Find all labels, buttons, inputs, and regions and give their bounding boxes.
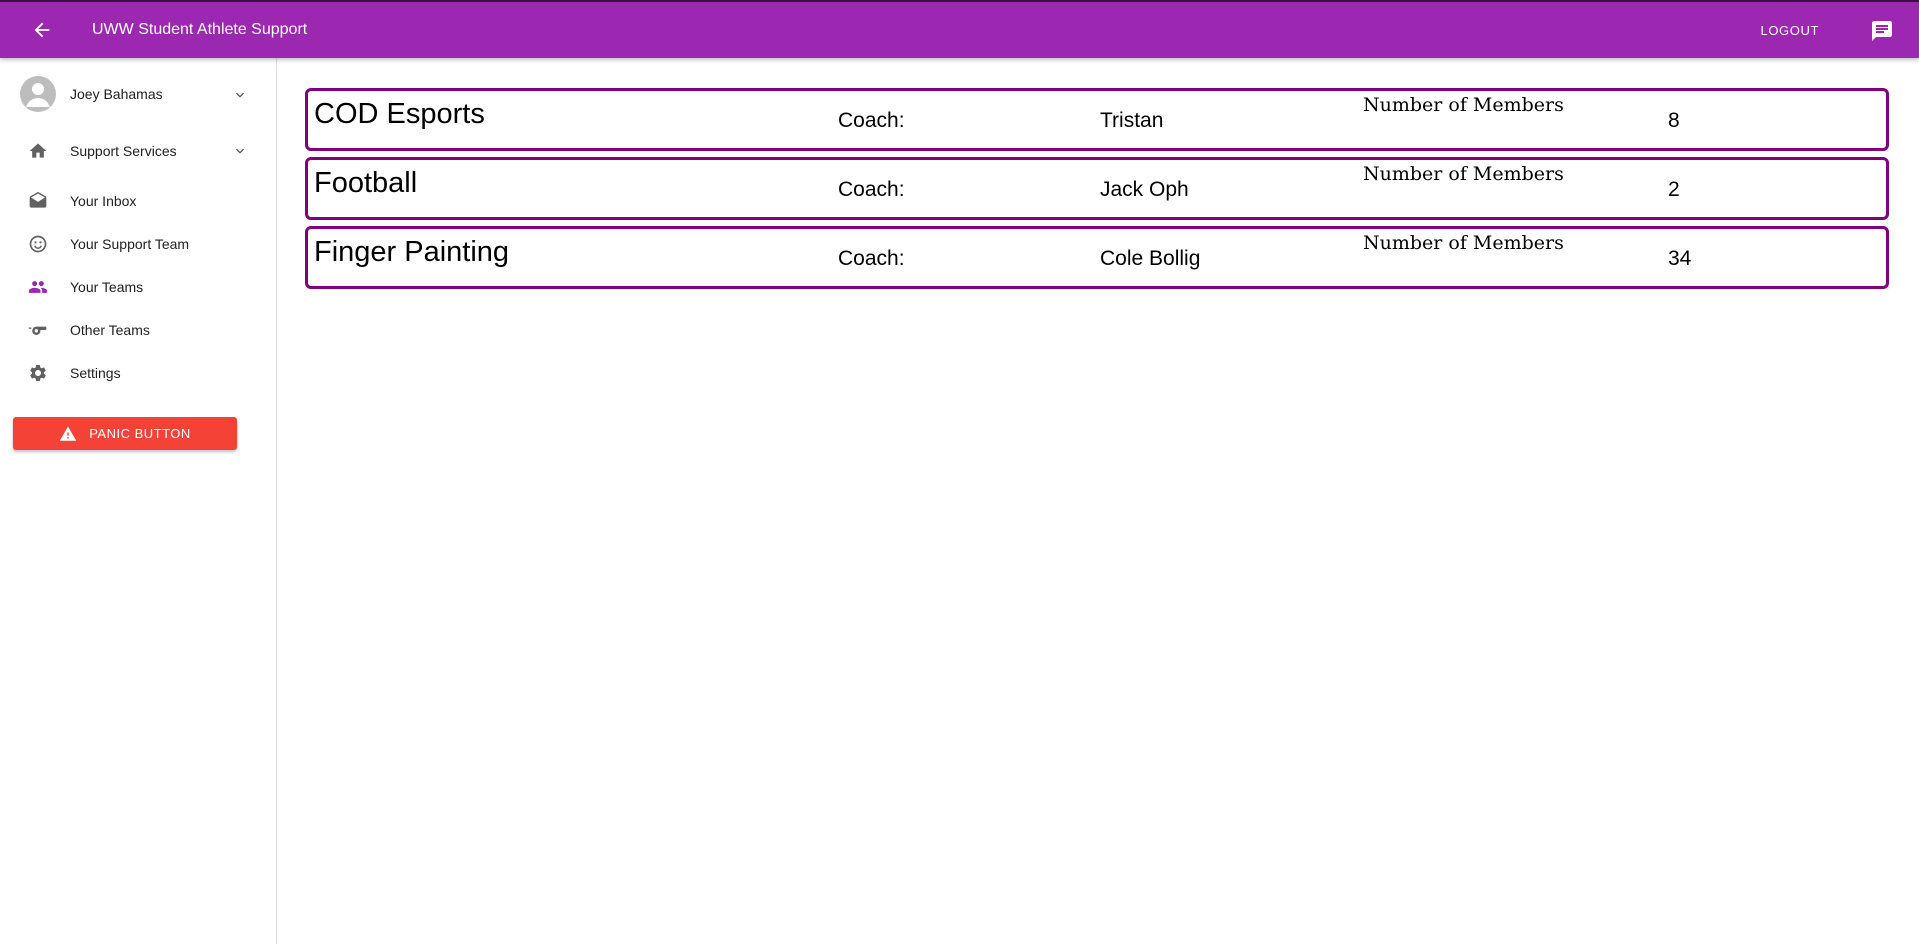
- account-circle-icon: [26, 83, 50, 107]
- smiley-icon: [28, 234, 48, 254]
- members-count: 2: [1668, 178, 1680, 201]
- home-icon: [28, 141, 48, 161]
- members-label: Number of Members: [1363, 163, 1564, 185]
- sidebar-item-settings[interactable]: Settings: [0, 353, 276, 393]
- warning-icon: [59, 426, 77, 441]
- sidebar-item-label: Your Teams: [70, 279, 144, 295]
- team-name: Football: [314, 167, 418, 199]
- sidebar-item-label: Support Services: [70, 143, 177, 159]
- back-button[interactable]: [27, 15, 57, 45]
- chat-button[interactable]: [1869, 18, 1895, 44]
- coach-name: Cole Bollig: [1100, 247, 1201, 270]
- coach-label: Coach:: [838, 109, 905, 132]
- panic-button-label: PANIC BUTTON: [89, 426, 191, 441]
- sidebar-item-label: Your Support Team: [70, 236, 190, 252]
- team-name: COD Esports: [314, 98, 485, 130]
- gear-icon: [28, 363, 48, 383]
- chevron-down-icon: [236, 92, 244, 98]
- coach-label: Coach:: [838, 247, 905, 270]
- coach-name: Jack Oph: [1100, 178, 1189, 201]
- sidebar-item-label: Settings: [70, 365, 121, 381]
- members-count: 34: [1668, 247, 1692, 270]
- team-card[interactable]: Finger Painting Coach: Cole Bollig Numbe…: [305, 226, 1889, 289]
- team-card[interactable]: COD Esports Coach: Tristan Number of Mem…: [305, 88, 1889, 151]
- arrow-left-icon: [34, 22, 50, 38]
- user-menu[interactable]: Joey Bahamas: [0, 74, 276, 116]
- drafts-icon: [28, 191, 48, 211]
- sidebar-item-label: Your Inbox: [70, 193, 137, 209]
- chat-icon: [1872, 21, 1892, 41]
- logout-button[interactable]: LOGOUT: [1761, 23, 1820, 38]
- sidebar: Joey Bahamas Support Services Your Inbox…: [0, 58, 277, 944]
- members-label: Number of Members: [1363, 232, 1564, 254]
- whistle-icon: [28, 320, 48, 340]
- sidebar-item-support-services[interactable]: Support Services: [0, 131, 276, 171]
- coach-name: Tristan: [1100, 109, 1164, 132]
- user-name: Joey Bahamas: [70, 86, 163, 102]
- sidebar-item-label: Other Teams: [70, 322, 150, 338]
- members-label: Number of Members: [1363, 94, 1564, 116]
- sidebar-item-your-teams[interactable]: Your Teams: [0, 267, 276, 307]
- chevron-down-icon: [236, 148, 244, 154]
- team-card[interactable]: Football Coach: Jack Oph Number of Membe…: [305, 157, 1889, 220]
- people-icon: [28, 277, 48, 297]
- panic-button[interactable]: PANIC BUTTON: [13, 417, 237, 450]
- team-list: COD Esports Coach: Tristan Number of Mem…: [305, 88, 1889, 295]
- members-count: 8: [1668, 109, 1680, 132]
- app-bar: UWW Student Athlete Support LOGOUT: [0, 0, 1919, 58]
- sidebar-item-support-team[interactable]: Your Support Team: [0, 224, 276, 264]
- sidebar-item-other-teams[interactable]: Other Teams: [0, 310, 276, 350]
- coach-label: Coach:: [838, 178, 905, 201]
- app-title: UWW Student Athlete Support: [92, 21, 308, 38]
- avatar: [20, 76, 56, 112]
- team-name: Finger Painting: [314, 236, 510, 268]
- sidebar-item-inbox[interactable]: Your Inbox: [0, 181, 276, 221]
